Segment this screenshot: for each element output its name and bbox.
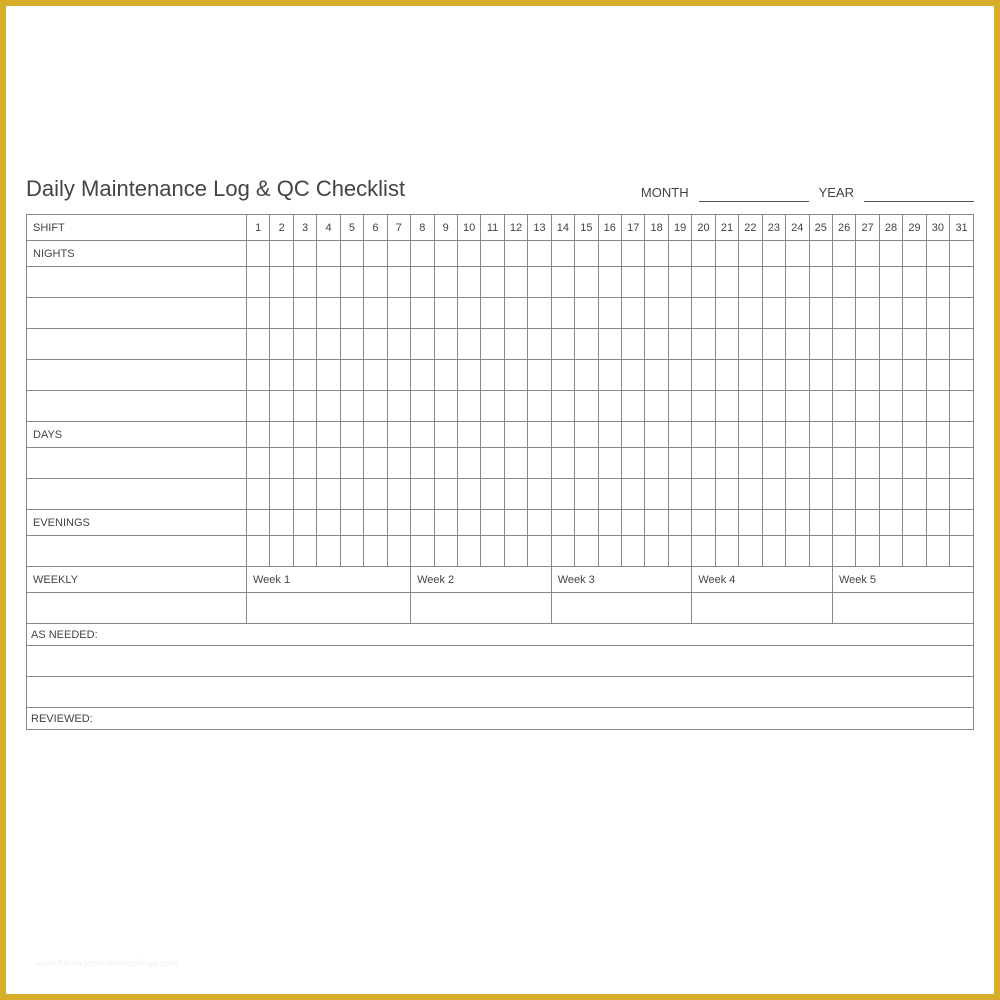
as-needed-data-row bbox=[27, 646, 974, 677]
weekly-data-row bbox=[27, 593, 974, 624]
day-header: 3 bbox=[293, 215, 316, 241]
as-needed-data-row bbox=[27, 677, 974, 708]
day-header: 29 bbox=[903, 215, 926, 241]
month-label: MONTH bbox=[641, 185, 689, 202]
data-row bbox=[27, 329, 974, 360]
evenings-label: EVENINGS bbox=[27, 510, 247, 536]
day-header: 9 bbox=[434, 215, 457, 241]
day-header: 2 bbox=[270, 215, 293, 241]
week-header: Week 4 bbox=[692, 567, 833, 593]
log-table: SHIFT 1 2 3 4 5 6 7 8 9 10 11 12 13 14 1… bbox=[26, 214, 974, 730]
day-header: 6 bbox=[364, 215, 387, 241]
day-header: 18 bbox=[645, 215, 668, 241]
data-row bbox=[27, 448, 974, 479]
watermark: www.heritagechristiancollege.com bbox=[36, 958, 178, 968]
month-blank bbox=[699, 187, 809, 202]
weekly-label: WEEKLY bbox=[27, 567, 247, 593]
data-row bbox=[27, 267, 974, 298]
day-header: 15 bbox=[575, 215, 598, 241]
day-header: 31 bbox=[950, 215, 974, 241]
day-header: 19 bbox=[668, 215, 691, 241]
shift-header: SHIFT bbox=[27, 215, 247, 241]
day-header: 10 bbox=[457, 215, 480, 241]
day-header: 13 bbox=[528, 215, 551, 241]
day-header: 23 bbox=[762, 215, 785, 241]
week-header: Week 2 bbox=[411, 567, 552, 593]
day-header: 24 bbox=[786, 215, 809, 241]
day-header: 17 bbox=[622, 215, 645, 241]
section-row-weekly: WEEKLY Week 1 Week 2 Week 3 Week 4 Week … bbox=[27, 567, 974, 593]
day-header: 1 bbox=[247, 215, 270, 241]
date-fields: MONTH YEAR bbox=[641, 185, 974, 202]
title-row: Daily Maintenance Log & QC Checklist MON… bbox=[26, 176, 974, 202]
day-header: 14 bbox=[551, 215, 574, 241]
day-header: 21 bbox=[715, 215, 738, 241]
document-frame: Daily Maintenance Log & QC Checklist MON… bbox=[0, 0, 1000, 1000]
day-header: 7 bbox=[387, 215, 410, 241]
as-needed-label: AS NEEDED: bbox=[27, 624, 974, 646]
day-header: 5 bbox=[340, 215, 363, 241]
page-title: Daily Maintenance Log & QC Checklist bbox=[26, 176, 405, 202]
year-blank bbox=[864, 187, 974, 202]
section-row-days: DAYS bbox=[27, 422, 974, 448]
reviewed-label: REVIEWED: bbox=[27, 708, 974, 730]
reviewed-row: REVIEWED: bbox=[27, 708, 974, 730]
days-label: DAYS bbox=[27, 422, 247, 448]
header-row: SHIFT 1 2 3 4 5 6 7 8 9 10 11 12 13 14 1… bbox=[27, 215, 974, 241]
year-label: YEAR bbox=[819, 185, 854, 202]
section-row-evenings: EVENINGS bbox=[27, 510, 974, 536]
week-header: Week 3 bbox=[551, 567, 692, 593]
nights-label: NIGHTS bbox=[27, 241, 247, 267]
day-header: 12 bbox=[504, 215, 527, 241]
day-header: 22 bbox=[739, 215, 762, 241]
week-header: Week 5 bbox=[832, 567, 973, 593]
day-header: 16 bbox=[598, 215, 621, 241]
day-header: 28 bbox=[879, 215, 902, 241]
section-row-nights: NIGHTS bbox=[27, 241, 974, 267]
data-row bbox=[27, 536, 974, 567]
data-row bbox=[27, 298, 974, 329]
day-header: 4 bbox=[317, 215, 340, 241]
day-header: 11 bbox=[481, 215, 504, 241]
as-needed-row: AS NEEDED: bbox=[27, 624, 974, 646]
day-header: 25 bbox=[809, 215, 832, 241]
day-header: 20 bbox=[692, 215, 715, 241]
data-row bbox=[27, 360, 974, 391]
data-row bbox=[27, 479, 974, 510]
document-sheet: Daily Maintenance Log & QC Checklist MON… bbox=[26, 176, 974, 730]
data-row bbox=[27, 391, 974, 422]
day-header: 30 bbox=[926, 215, 949, 241]
week-header: Week 1 bbox=[247, 567, 411, 593]
day-header: 27 bbox=[856, 215, 879, 241]
day-header: 26 bbox=[832, 215, 855, 241]
day-header: 8 bbox=[411, 215, 434, 241]
